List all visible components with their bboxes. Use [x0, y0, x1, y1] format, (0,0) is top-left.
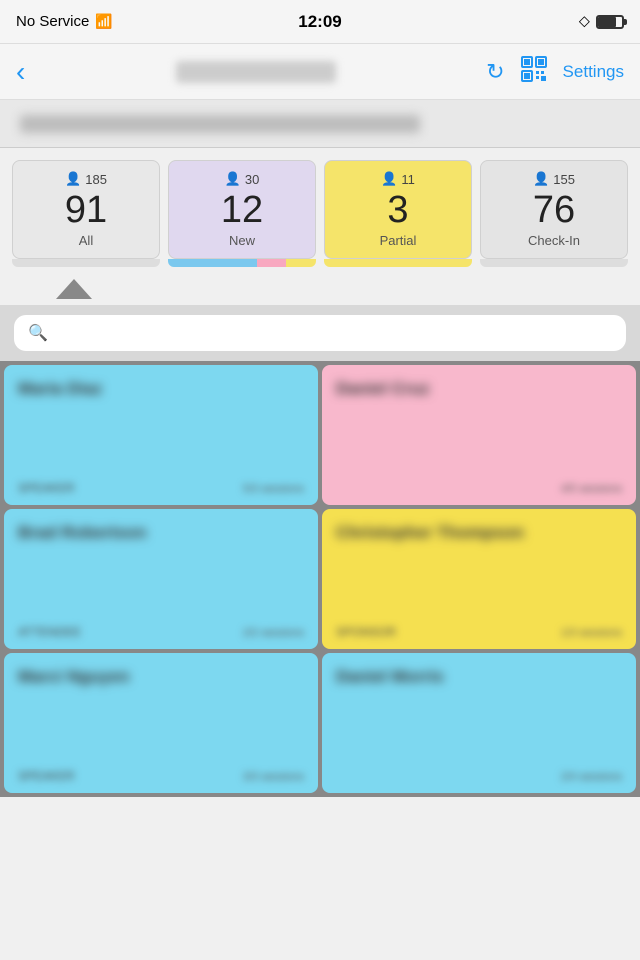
card-name-6: Daniel Morris: [336, 667, 622, 687]
progress-row: [0, 259, 640, 275]
people-icon-checkin: 👤: [533, 171, 549, 187]
card-name-4: Christopher Thompson: [336, 523, 622, 543]
card-meta-1: SPEAKER: [18, 481, 75, 495]
card-tag-4: 1/3 sessions: [561, 627, 622, 639]
title-blurred-text: [20, 115, 420, 133]
stat-label-new: New: [229, 233, 255, 248]
person-card-3[interactable]: Brad Robertson ATTENDEE 2/2 sessions: [4, 509, 318, 649]
card-name-5: Marci Nguyen: [18, 667, 304, 687]
collapse-arrow-icon: [56, 279, 92, 299]
qr-button[interactable]: [521, 56, 547, 88]
status-right: ⬦: [579, 13, 624, 31]
search-icon: 🔍: [28, 323, 48, 343]
progress-partial: [324, 259, 472, 267]
status-bar: No Service 📶 12:09 ⬦: [0, 0, 640, 44]
stats-row: 👤 185 91 All 👤 30 12 New 👤 11 3 Partial …: [0, 148, 640, 259]
settings-button[interactable]: Settings: [563, 62, 624, 82]
person-card-1[interactable]: Maria Diaz SPEAKER 5/3 sessions: [4, 365, 318, 505]
carrier-label: No Service: [16, 13, 89, 30]
stat-label-checkin: Check-In: [528, 233, 580, 248]
status-left: No Service 📶: [16, 13, 113, 30]
person-card-6[interactable]: Daniel Morris 2/4 sessions: [322, 653, 636, 793]
search-input[interactable]: [56, 324, 612, 342]
card-tag-3: 2/2 sessions: [243, 627, 304, 639]
card-name-1: Maria Diaz: [18, 379, 304, 399]
stat-card-partial[interactable]: 👤 11 3 Partial: [324, 160, 472, 259]
stat-total-all: 185: [85, 172, 107, 187]
card-tag-2: 4/5 sessions: [561, 483, 622, 495]
card-name-3: Brad Robertson: [18, 523, 304, 543]
stat-total-new: 30: [245, 172, 259, 187]
person-card-4[interactable]: Christopher Thompson SPONSOR 1/3 session…: [322, 509, 636, 649]
nav-actions: ↻ Settings: [486, 56, 624, 88]
stat-number-checkin: 76: [533, 191, 575, 229]
card-meta-5: SPEAKER: [18, 769, 75, 783]
stat-card-checkin[interactable]: 👤 155 76 Check-In: [480, 160, 628, 259]
people-icon-partial: 👤: [381, 171, 397, 187]
stat-number-all: 91: [65, 191, 107, 229]
card-tag-1: 5/3 sessions: [243, 483, 304, 495]
stat-label-partial: Partial: [380, 233, 417, 248]
progress-new: [168, 259, 316, 267]
person-card-2[interactable]: Daniel Cruz 4/5 sessions: [322, 365, 636, 505]
people-icon-new: 👤: [225, 171, 241, 187]
stat-card-all[interactable]: 👤 185 91 All: [12, 160, 160, 259]
card-name-2: Daniel Cruz: [336, 379, 622, 399]
stat-label-all: All: [79, 233, 93, 248]
stat-card-new[interactable]: 👤 30 12 New: [168, 160, 316, 259]
title-bar: [0, 100, 640, 148]
stat-number-partial: 3: [387, 191, 408, 229]
search-bar: 🔍: [0, 305, 640, 361]
person-card-5[interactable]: Marci Nguyen SPEAKER 3/3 sessions: [4, 653, 318, 793]
card-meta-4: SPONSOR: [336, 625, 396, 639]
battery-icon: [596, 15, 624, 29]
wifi-icon: 📶: [95, 13, 112, 30]
refresh-button[interactable]: ↻: [486, 59, 504, 85]
nav-title-blurred: [176, 61, 336, 83]
bluetooth-icon: ⬦: [579, 13, 590, 31]
status-time: 12:09: [298, 12, 341, 32]
stat-total-checkin: 155: [553, 172, 575, 187]
collapse-arrow-container[interactable]: [0, 275, 640, 305]
back-button[interactable]: ‹: [16, 56, 25, 88]
card-meta-3: ATTENDEE: [18, 625, 81, 639]
stat-number-new: 12: [221, 191, 263, 229]
cards-grid: Maria Diaz SPEAKER 5/3 sessions Daniel C…: [0, 361, 640, 797]
people-icon-all: 👤: [65, 171, 81, 187]
card-tag-6: 2/4 sessions: [561, 771, 622, 783]
progress-checkin: [480, 259, 628, 267]
progress-all: [12, 259, 160, 267]
stat-total-partial: 11: [401, 172, 415, 187]
search-input-container[interactable]: 🔍: [14, 315, 626, 351]
nav-bar: ‹ ↻ Settings: [0, 44, 640, 100]
card-tag-5: 3/3 sessions: [243, 771, 304, 783]
